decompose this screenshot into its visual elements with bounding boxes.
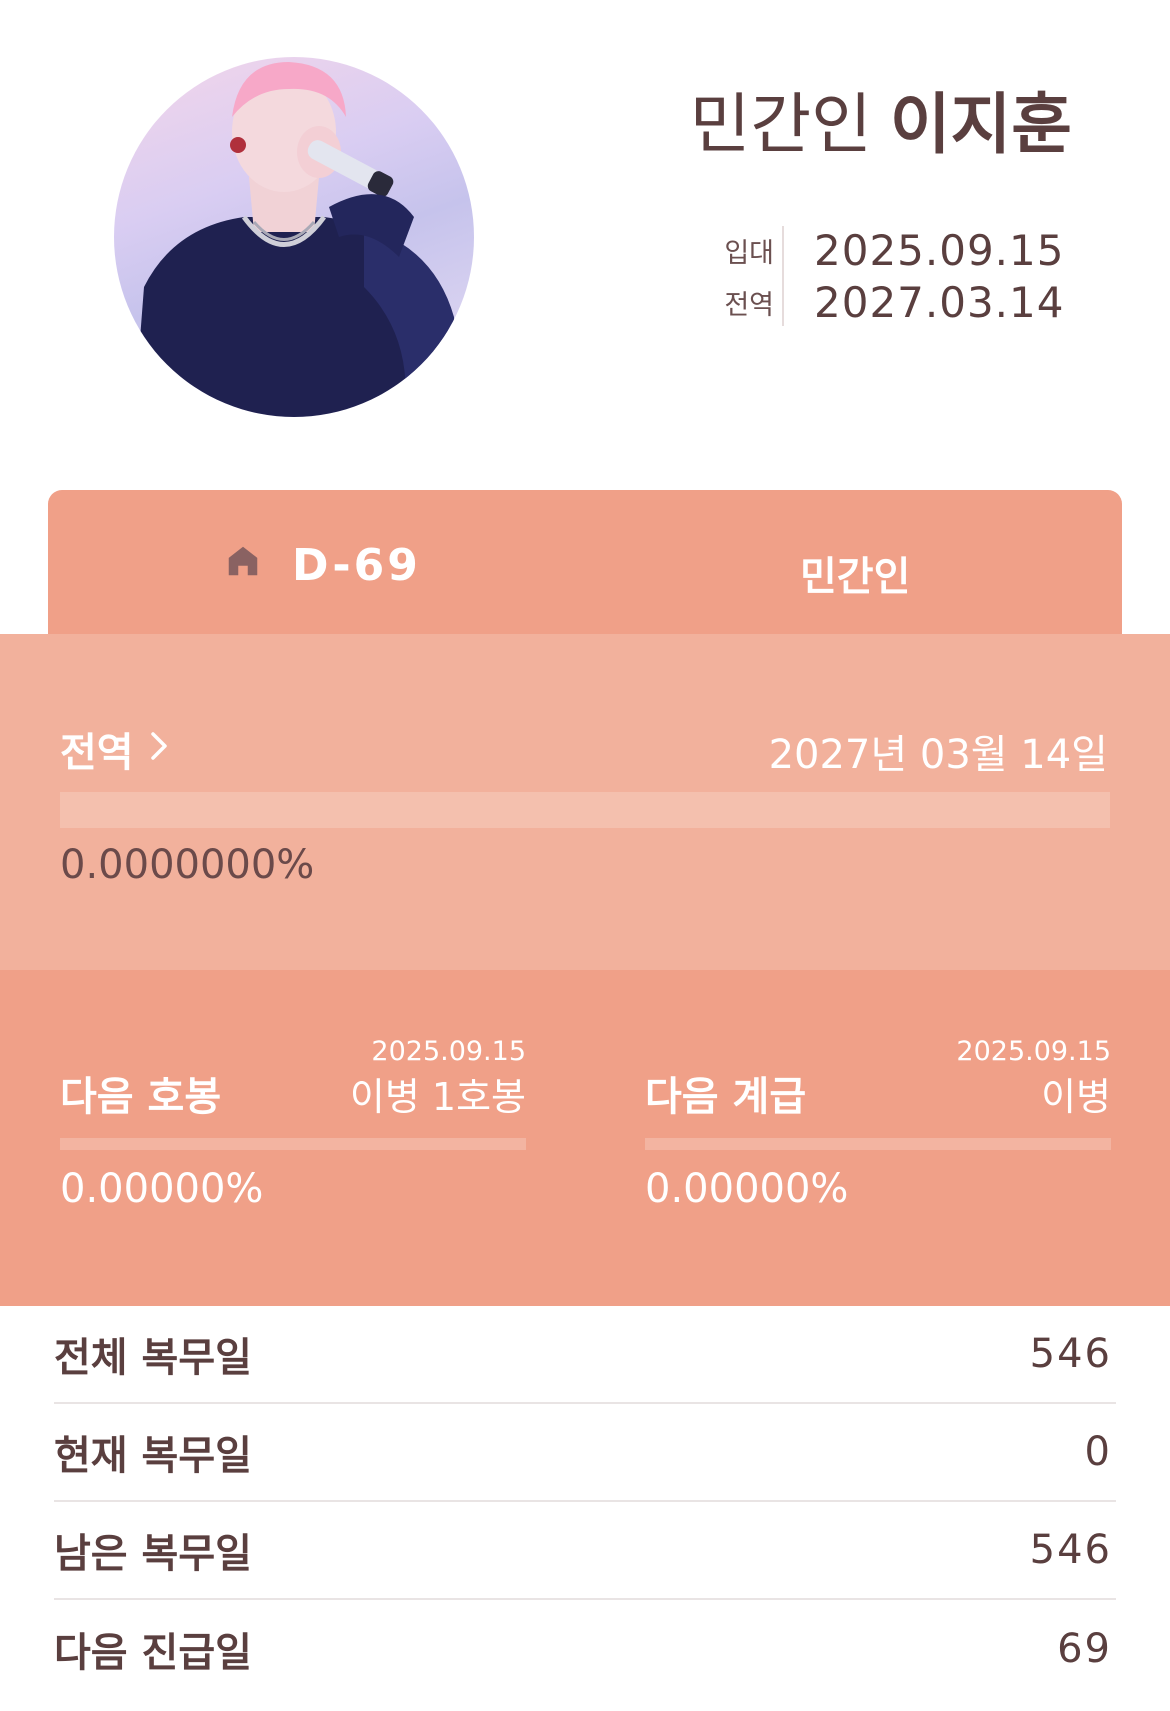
- discharge-date: 2027.03.14: [814, 277, 1065, 327]
- profile-avatar[interactable]: [114, 57, 474, 417]
- next-rank-value: 이병: [1041, 1075, 1111, 1119]
- next-rank-card[interactable]: 다음 계급 2025.09.15 이병 0.00000%: [645, 970, 1111, 1306]
- enlist-date: 2025.09.15: [814, 225, 1065, 275]
- discharge-date-full: 2027년 03월 14일: [768, 732, 1108, 778]
- avatar-image: [134, 62, 459, 417]
- discharge-link[interactable]: 전역: [60, 720, 170, 778]
- stat-value-current: 0: [1084, 1429, 1112, 1475]
- next-pay-card[interactable]: 다음 호봉 2025.09.15 이병 1호봉 0.00000%: [60, 970, 526, 1306]
- next-rank-progress-bar: [645, 1138, 1111, 1150]
- list-item: 전체 복무일 546: [54, 1306, 1116, 1404]
- next-pay-rank: 이병 1호봉: [349, 1075, 526, 1119]
- service-stats-list: 전체 복무일 546 현재 복무일 0 남은 복무일 546 다음 진급일 69: [54, 1306, 1116, 1698]
- enlist-label: 입대: [724, 237, 774, 269]
- status-prefix: 민간인: [689, 86, 872, 163]
- next-pay-date: 2025.09.15: [371, 1036, 526, 1067]
- next-rank-percent: 0.00000%: [645, 1166, 849, 1212]
- discharge-progress-bar: [60, 792, 1110, 828]
- list-item: 다음 진급일 69: [54, 1600, 1116, 1698]
- stat-label-total: 전체 복무일: [54, 1335, 252, 1381]
- discharge-panel: 전역 2027년 03월 14일 0.0000000%: [0, 634, 1170, 970]
- list-item: 남은 복무일 546: [54, 1502, 1116, 1600]
- tab-dday[interactable]: D-69: [224, 540, 421, 591]
- discharge-row: 전역 2027.03.14: [712, 276, 1072, 328]
- stat-value-remaining: 546: [1029, 1527, 1112, 1573]
- next-rank-date: 2025.09.15: [956, 1036, 1111, 1067]
- home-icon: [224, 540, 262, 591]
- next-pay-label: 다음 호봉: [60, 1074, 222, 1120]
- profile-header: 민간인 이지훈 입대 2025.09.15 전역 2027.03.14: [0, 0, 1170, 480]
- next-progress-panel: 다음 호봉 2025.09.15 이병 1호봉 0.00000% 다음 계급 2…: [0, 970, 1170, 1306]
- enlist-row: 입대 2025.09.15: [712, 224, 1072, 276]
- chevron-right-icon: [148, 726, 170, 772]
- service-dates: 입대 2025.09.15 전역 2027.03.14: [712, 224, 1072, 328]
- list-item: 현재 복무일 0: [54, 1404, 1116, 1502]
- discharge-label: 전역: [724, 289, 774, 321]
- stat-label-next-promotion: 다음 진급일: [54, 1630, 252, 1676]
- stat-value-next-promotion: 69: [1057, 1626, 1112, 1672]
- stat-value-total: 546: [1029, 1331, 1112, 1377]
- stat-label-remaining: 남은 복무일: [54, 1531, 252, 1577]
- next-rank-label: 다음 계급: [645, 1074, 807, 1120]
- date-divider: [782, 226, 784, 326]
- top-tab-bar: D-69 민간인: [48, 490, 1122, 635]
- discharge-title: 전역: [60, 730, 134, 776]
- user-name: 이지훈: [889, 86, 1072, 163]
- dday-label: D-69: [292, 540, 421, 591]
- next-pay-progress-bar: [60, 1138, 526, 1150]
- profile-name-line: 민간인 이지훈: [690, 92, 1072, 158]
- next-pay-percent: 0.00000%: [60, 1166, 264, 1212]
- tab-status[interactable]: 민간인: [800, 544, 910, 602]
- discharge-percent: 0.0000000%: [60, 842, 315, 888]
- stat-label-current: 현재 복무일: [54, 1433, 252, 1479]
